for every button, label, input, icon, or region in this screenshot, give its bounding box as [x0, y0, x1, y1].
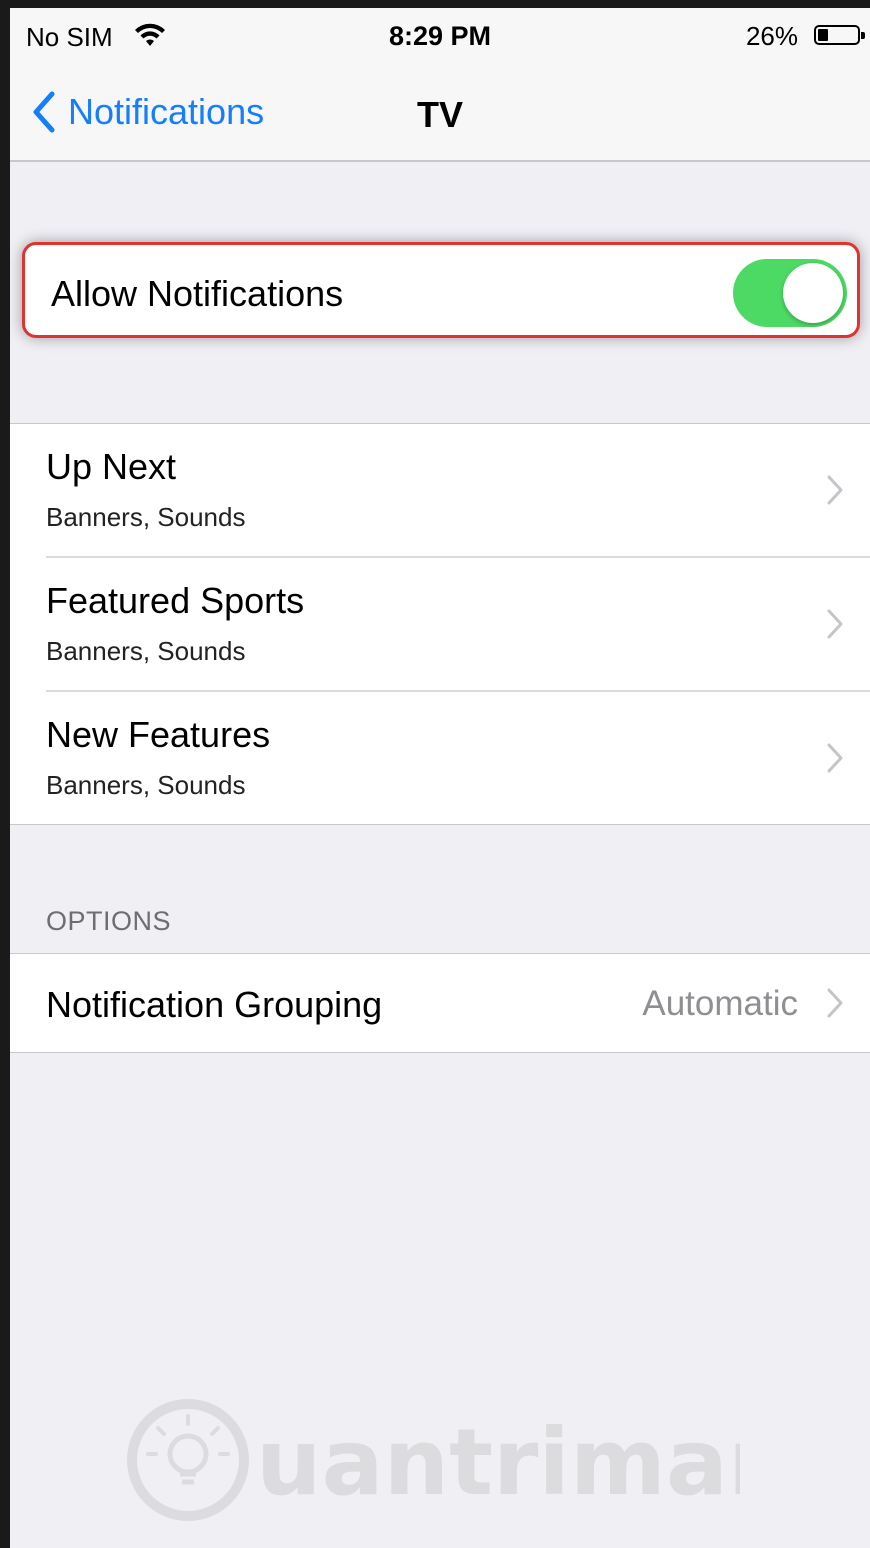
toggle-knob	[783, 263, 843, 323]
settings-screen: No SIM 8:29 PM 26% Notifications TV Allo…	[10, 8, 870, 1548]
category-row-featured-sports[interactable]: Featured Sports Banners, Sounds	[10, 558, 870, 690]
options-group: Notification Grouping Automatic	[10, 954, 870, 1052]
frame-border-left	[0, 0, 10, 1548]
category-subtitle: Banners, Sounds	[46, 502, 246, 532]
category-row-new-features[interactable]: New Features Banners, Sounds	[10, 692, 870, 824]
watermark-text: uantrimang	[256, 1409, 740, 1516]
category-subtitle: Banners, Sounds	[46, 770, 246, 800]
chevron-right-icon	[827, 743, 843, 773]
notification-grouping-value: Automatic	[642, 984, 798, 1023]
category-title: New Features	[46, 714, 271, 755]
section-header-options: OPTIONS	[46, 906, 172, 936]
categories-group: Up Next Banners, Sounds Featured Sports …	[10, 424, 870, 824]
battery-percentage: 26%	[745, 21, 798, 51]
allow-notifications-toggle[interactable]	[733, 259, 847, 327]
notification-grouping-label: Notification Grouping	[46, 984, 383, 1025]
allow-notifications-row: Allow Notifications	[22, 242, 860, 338]
category-row-up-next[interactable]: Up Next Banners, Sounds	[10, 424, 870, 556]
chevron-right-icon	[827, 609, 843, 639]
divider	[10, 1052, 870, 1053]
divider	[10, 824, 870, 825]
page-title: TV	[416, 94, 463, 135]
phone-frame: No SIM 8:29 PM 26% Notifications TV Allo…	[0, 0, 870, 1548]
chevron-right-icon	[827, 988, 843, 1018]
navigation-bar: Notifications TV	[10, 64, 870, 162]
allow-notifications-label: Allow Notifications	[51, 273, 344, 314]
status-bar: No SIM 8:29 PM 26%	[10, 8, 870, 64]
clock: 8:29 PM	[388, 21, 492, 51]
frame-border-top	[0, 0, 870, 8]
notification-grouping-row[interactable]: Notification Grouping Automatic	[10, 954, 870, 1052]
category-subtitle: Banners, Sounds	[46, 636, 246, 666]
chevron-right-icon	[827, 475, 843, 505]
category-title: Featured Sports	[46, 580, 305, 621]
battery-icon	[814, 25, 865, 45]
watermark-logo: uantrimang	[127, 1399, 740, 1521]
category-title: Up Next	[46, 446, 177, 487]
